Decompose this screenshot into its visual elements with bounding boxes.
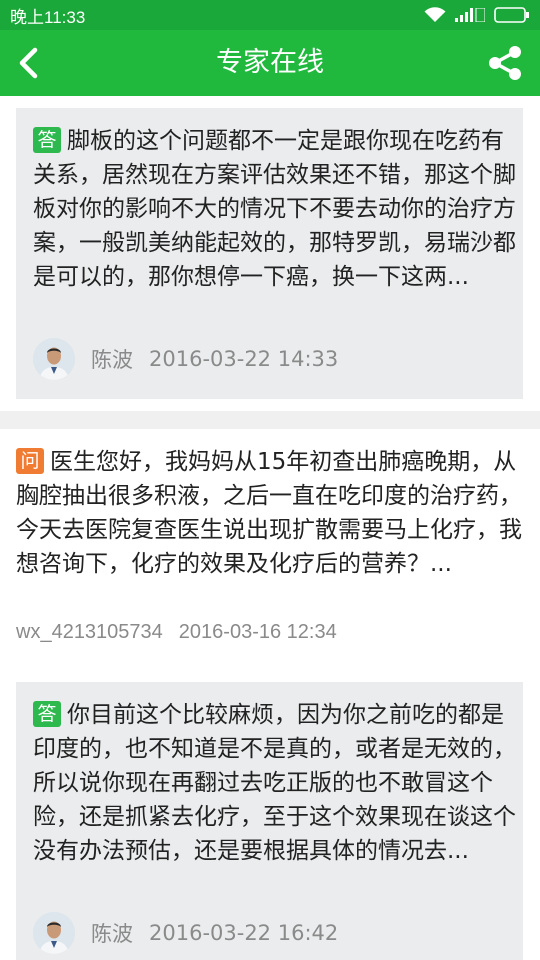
post-list[interactable]: 答脚板的这个问题都不一定是跟你现在吃药有关系，居然现在方案评估效果还不错，那这个… bbox=[0, 96, 540, 960]
avatar bbox=[33, 338, 75, 380]
answer-author: 陈波 2016-03-22 16:42 bbox=[33, 910, 338, 956]
page-title: 专家在线 bbox=[216, 47, 324, 78]
post-card[interactable]: 答脚板的这个问题都不一定是跟你现在吃药有关系，居然现在方案评估效果还不错，那这个… bbox=[0, 96, 540, 411]
battery-icon bbox=[494, 7, 529, 23]
answer-content: 你目前这个比较麻烦，因为你之前吃的都是印度的，也不知道是不是真的，或者是无效的，… bbox=[33, 702, 516, 864]
answer-tag: 答 bbox=[33, 701, 61, 727]
share-icon[interactable] bbox=[486, 44, 524, 82]
author-name: 陈波 bbox=[91, 348, 133, 372]
answer-content: 脚板的这个问题都不一定是跟你现在吃药有关系，居然现在方案评估效果还不错，那这个脚… bbox=[33, 128, 516, 290]
answer-time: 2016-03-22 14:33 bbox=[149, 347, 339, 371]
status-icons bbox=[424, 7, 530, 23]
wifi-icon bbox=[424, 7, 446, 22]
question-text: 问医生您好，我妈妈从15年初查出肺癌晚期，从胸腔抽出很多积液，之后一直在吃印度的… bbox=[16, 445, 524, 581]
post-card[interactable]: 问医生您好，我妈妈从15年初查出肺癌晚期，从胸腔抽出很多积液，之后一直在吃印度的… bbox=[0, 429, 540, 960]
answer-box: 答你目前这个比较麻烦，因为你之前吃的都是印度的，也不知道是不是真的，或者是无效的… bbox=[16, 682, 523, 960]
status-bar: 晚上11:33 bbox=[0, 0, 540, 30]
question-tag: 问 bbox=[16, 448, 44, 474]
avatar bbox=[33, 912, 75, 954]
status-time: 晚上11:33 bbox=[10, 7, 86, 27]
answer-text: 答脚板的这个问题都不一定是跟你现在吃药有关系，居然现在方案评估效果还不错，那这个… bbox=[33, 124, 523, 294]
answer-time: 2016-03-22 16:42 bbox=[149, 921, 339, 945]
answer-author: 陈波 2016-03-22 14:33 bbox=[33, 336, 338, 382]
answer-box: 答脚板的这个问题都不一定是跟你现在吃药有关系，居然现在方案评估效果还不错，那这个… bbox=[16, 108, 523, 399]
question-content: 医生您好，我妈妈从15年初查出肺癌晚期，从胸腔抽出很多积液，之后一直在吃印度的治… bbox=[16, 449, 522, 577]
question-meta: wx_4213105734 2016-03-16 12:34 bbox=[16, 621, 337, 644]
question-time: 2016-03-16 12:34 bbox=[178, 621, 337, 643]
answer-text: 答你目前这个比较麻烦，因为你之前吃的都是印度的，也不知道是不是真的，或者是无效的… bbox=[33, 698, 523, 868]
signal-icon bbox=[455, 8, 485, 22]
author-name: 陈波 bbox=[91, 922, 133, 946]
question-user: wx_4213105734 bbox=[16, 621, 163, 643]
answer-tag: 答 bbox=[33, 127, 61, 153]
app-bar: 专家在线 bbox=[0, 30, 540, 96]
